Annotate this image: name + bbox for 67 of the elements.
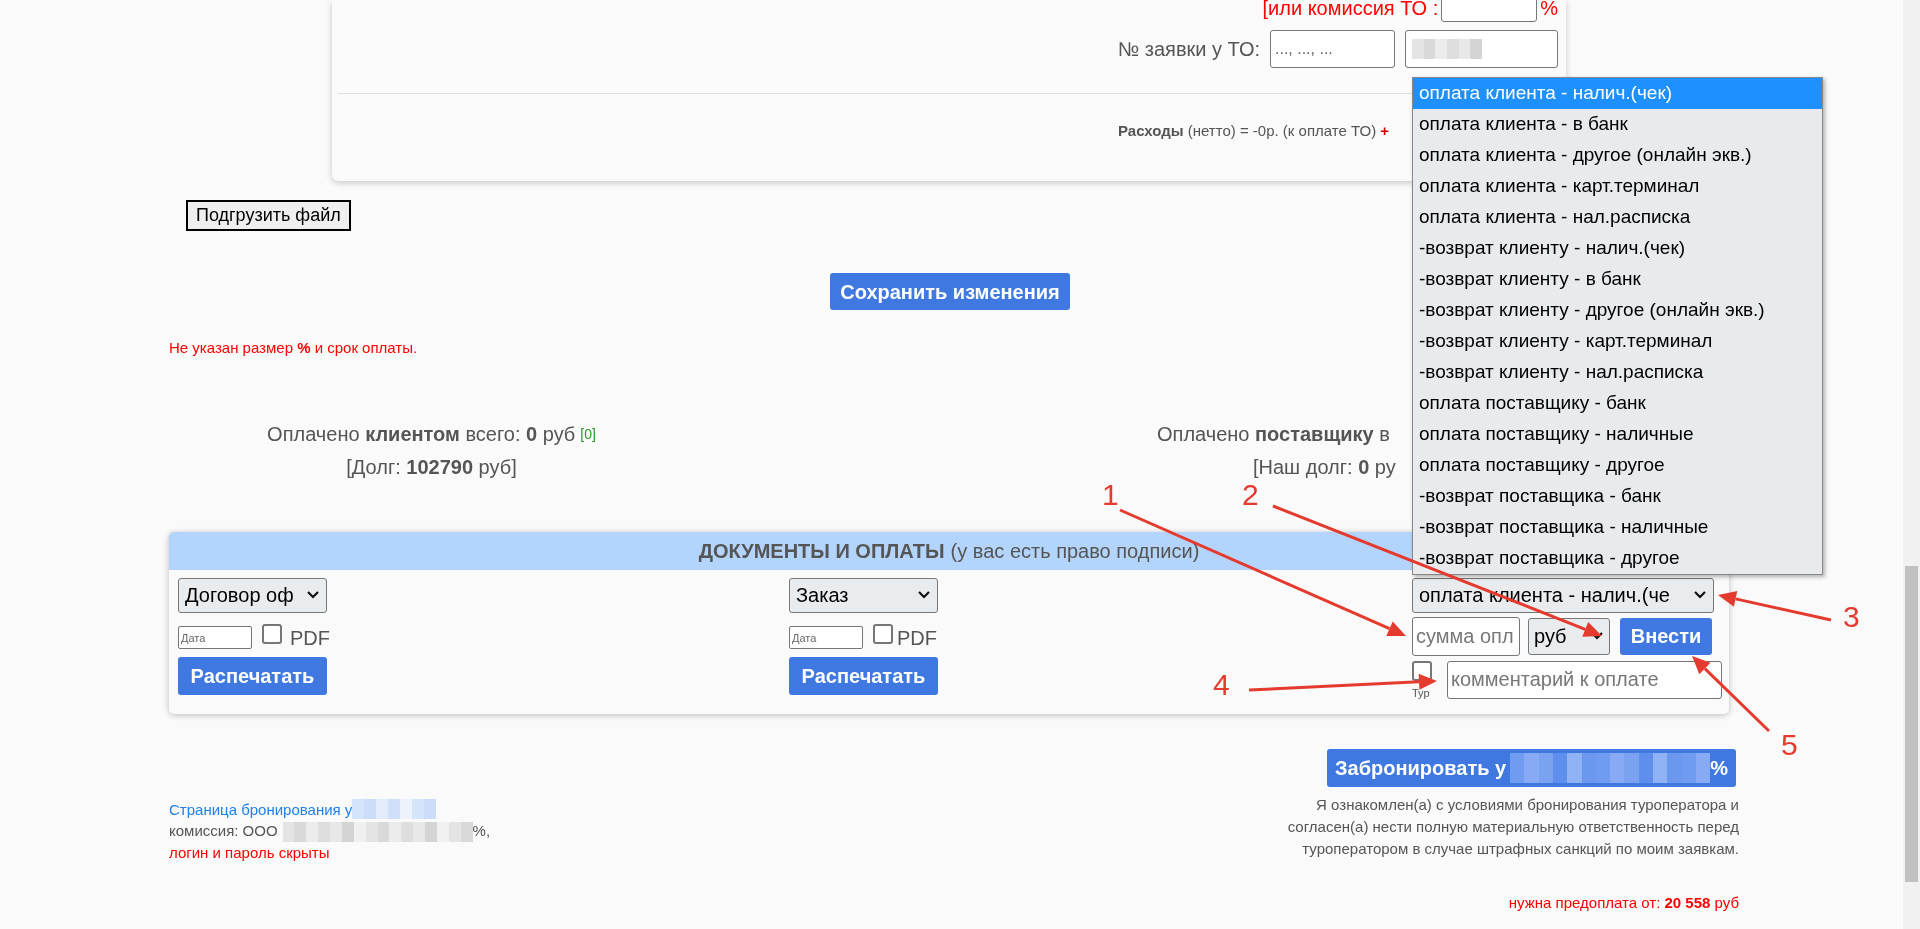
dropdown[interactable]: Договор оф: [178, 577, 327, 613]
dropdown-option[interactable]: -возврат поставщика - банк: [1413, 481, 1822, 512]
panel-subtitle: (у вас есть право подписи): [950, 538, 1200, 564]
login-note: логин и пароль скрыты: [169, 842, 331, 863]
dropdown-option[interactable]: -возврат клиенту - карт.терминал: [1413, 326, 1822, 357]
chevron-down-icon: [306, 590, 320, 600]
dropdown-option[interactable]: оплата клиента - нал.расписка: [1413, 202, 1822, 233]
agreement-text: Я ознакомлен(а) с условиями бронирования туроператора и согласен(а) нести полную материальную ответственность перед туроператором в случае штрафных санкций по моим заявкам.: [1286, 794, 1739, 859]
pdf-label: PDF: [290, 625, 330, 651]
booking-page-link[interactable]: Страница бронирования у: [169, 798, 353, 820]
scrollbar[interactable]: [1903, 0, 1920, 929]
annotation-number: 2: [1242, 480, 1259, 510]
date-field[interactable]: Дата: [178, 626, 252, 649]
scrollbar-thumb[interactable]: [1905, 566, 1918, 882]
print-button[interactable]: Распечатать: [178, 656, 327, 695]
book-button[interactable]: Забронировать у %: [1327, 748, 1736, 787]
dropdown-option[interactable]: -возврат клиенту - другое (онлайн экв.): [1413, 295, 1822, 326]
commission-text: комиссия: ООО: [169, 821, 278, 841]
amount-field[interactable]: сумма опл: [1412, 616, 1520, 656]
annotation-number: 5: [1781, 730, 1798, 760]
currency-dropdown[interactable]: руб: [1528, 617, 1610, 655]
annotation-number: 3: [1843, 602, 1860, 632]
warning-message: Не указан размер % и срок оплаты.: [169, 338, 418, 358]
chevron-down-icon: [1693, 590, 1707, 600]
date-field[interactable]: Дата: [789, 626, 863, 649]
checkbox[interactable]: [873, 624, 893, 644]
commission-label: [или комиссия ТО :: [1262, 0, 1439, 21]
dropdown-option[interactable]: оплата клиента - в банк: [1413, 109, 1822, 140]
input-field[interactable]: [1405, 30, 1558, 68]
dropdown-option[interactable]: оплата поставщику - наличные: [1413, 419, 1822, 450]
submit-payment-button[interactable]: Внести: [1620, 617, 1712, 655]
pdf-label: PDF: [897, 625, 937, 651]
paid-count: [0]: [580, 424, 596, 444]
blurred-block: [1412, 39, 1482, 59]
commission-suffix: %,: [472, 821, 491, 841]
dropdown-option[interactable]: -возврат клиенту - в банк: [1413, 264, 1822, 295]
supplier-debt-text: [Наш долг: 0 ру: [1253, 454, 1396, 480]
dropdown[interactable]: Заказ: [789, 577, 938, 613]
plus-sign: +: [1380, 121, 1389, 141]
save-changes-button[interactable]: Сохранить изменения: [830, 273, 1070, 310]
client-paid-text: Оплачено клиентом всего: 0 руб: [267, 421, 576, 447]
dropdown-option[interactable]: оплата клиента - другое (онлайн экв.): [1413, 140, 1822, 171]
percent-label: %: [1540, 0, 1558, 21]
annotation-number: 1: [1102, 480, 1119, 510]
dropdown-option[interactable]: -возврат поставщика - наличные: [1413, 512, 1822, 543]
dropdown-option[interactable]: -возврат клиенту - нал.расписка: [1413, 357, 1822, 388]
order-number-label: № заявки у ТО:: [1117, 37, 1260, 62]
comment-field[interactable]: комментарий к оплате: [1447, 660, 1722, 699]
client-debt-text: [Долг: 102790 руб]: [346, 454, 517, 480]
input-field[interactable]: ..., ..., ...: [1270, 30, 1395, 68]
tour-label: Тур: [1412, 685, 1430, 700]
expenses-text: Расходы (нетто) = -0р. (к оплате ТО): [1118, 121, 1377, 141]
dropdown-option[interactable]: -возврат поставщика - другое: [1413, 543, 1822, 574]
dropdown-option[interactable]: оплата поставщику - другое: [1413, 450, 1822, 481]
input-field[interactable]: [1441, 0, 1538, 22]
annotation-number: 4: [1213, 670, 1230, 700]
dropdown-option[interactable]: оплата клиента - карт.терминал: [1413, 171, 1822, 202]
supplier-paid-text: Оплачено поставщику в: [1157, 421, 1391, 447]
prepayment-text: нужна предоплата от: 20 558 руб: [1508, 892, 1739, 913]
chevron-down-icon: [917, 590, 931, 600]
checkbox[interactable]: [262, 624, 282, 644]
print-button[interactable]: Распечатать: [789, 656, 938, 695]
dropdown-option[interactable]: оплата поставщику - банк: [1413, 388, 1822, 419]
checkbox[interactable]: [1412, 660, 1432, 681]
dropdown-option[interactable]: -возврат клиенту - налич.(чек): [1413, 233, 1822, 264]
panel-title: ДОКУМЕНТЫ И ОПЛАТЫ: [698, 538, 945, 564]
upload-file-button[interactable]: Подгрузить файл: [186, 200, 351, 231]
